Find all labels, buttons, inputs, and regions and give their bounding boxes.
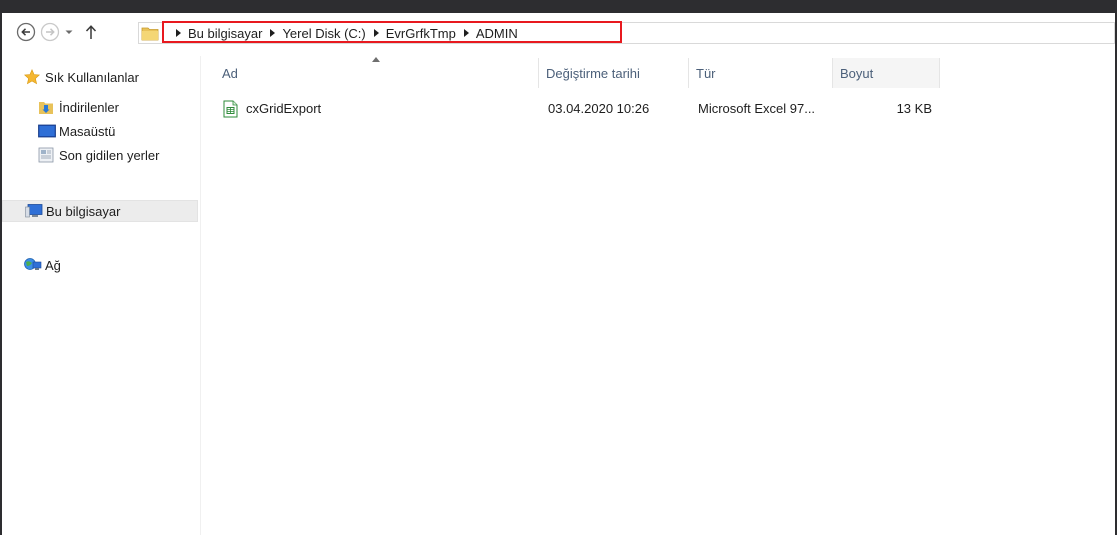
column-header-type[interactable]: Tür [689,58,833,88]
sidebar-item-label: Ağ [45,257,61,273]
sidebar-item-label: Bu bilgisayar [46,203,121,219]
chevron-down-icon [65,30,73,34]
sidebar-item-downloads[interactable]: İndirilenler [38,96,234,118]
excel-file-icon [222,100,239,118]
column-header-label: Değiştirme tarihi [546,65,640,81]
navigation-bar: Bu bilgisayar Yerel Disk (C:) EvrGrfkTmp… [2,13,1115,56]
sidebar-item-this-pc[interactable]: Bu bilgisayar [2,200,198,222]
file-size: 13 KB [896,101,932,116]
file-list-item[interactable]: cxGridExport 03.04.2020 10:26 Microsoft … [218,98,938,120]
sidebar-item-label: İndirilenler [59,99,119,115]
column-header-row: Ad Değiştirme tarihi Tür Boyut [200,57,940,88]
sidebar-item-network[interactable]: Ağ [24,254,220,276]
breadcrumb-item-admin[interactable]: ADMIN [476,26,518,41]
breadcrumb-separator-icon[interactable] [373,29,379,37]
column-header-label: Ad [222,65,238,81]
back-button[interactable] [16,22,36,42]
window-top-strip [0,0,1117,13]
sidebar-item-label: Son gidilen yerler [59,147,160,163]
up-button[interactable] [82,22,100,42]
column-header-date-modified[interactable]: Değiştirme tarihi [539,58,689,88]
folder-icon [141,24,159,42]
column-header-size[interactable]: Boyut [833,58,940,88]
breadcrumb-separator-icon[interactable] [176,29,181,37]
sidebar-item-label: Masaüstü [59,123,116,139]
breadcrumb-item-evrgrfktmp[interactable]: EvrGrfkTmp [386,26,456,41]
up-arrow-icon [85,25,97,39]
recent-places-icon [38,147,54,163]
sidebar-item-recent-places[interactable]: Son gidilen yerler [38,144,234,166]
breadcrumb-item-this-pc[interactable]: Bu bilgisayar [188,26,262,41]
column-header-label: Tür [696,65,716,81]
breadcrumb-separator-icon[interactable] [270,29,276,37]
star-icon [23,69,41,85]
sidebar-item-favorites[interactable]: Sık Kullanılanlar [23,66,220,88]
sidebar-item-desktop[interactable]: Masaüstü [38,120,234,142]
navigation-pane: Sık Kullanılanlar İndirilenler Masaüstü [2,56,201,535]
network-icon [24,257,42,273]
breadcrumb-item-local-disk[interactable]: Yerel Disk (C:) [282,26,365,41]
column-header-label: Boyut [840,65,874,81]
column-header-name[interactable]: Ad [215,58,539,88]
file-date-modified: 03.04.2020 10:26 [548,101,650,116]
file-name: cxGridExport [246,101,322,116]
file-type: Microsoft Excel 97... [698,101,816,116]
computer-icon [25,203,43,219]
breadcrumb-separator-icon[interactable] [463,29,469,37]
forward-arrow-icon [40,22,60,42]
breadcrumb: Bu bilgisayar Yerel Disk (C:) EvrGrfkTmp… [172,23,522,43]
desktop-icon [38,123,56,139]
recent-locations-button[interactable] [62,23,76,41]
back-arrow-icon [16,22,36,42]
sidebar-item-label: Sık Kullanılanlar [45,69,139,85]
downloads-folder-icon [38,99,54,115]
forward-button[interactable] [40,22,60,42]
